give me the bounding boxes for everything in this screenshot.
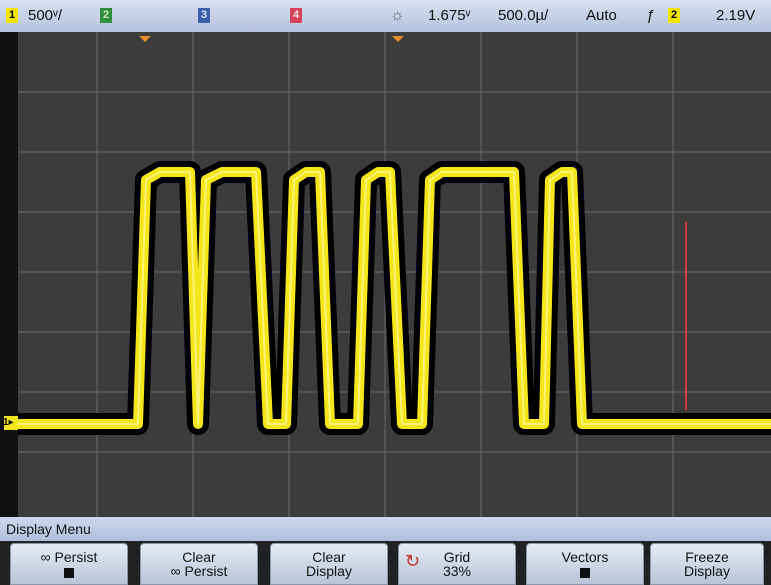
time-scale: 500.0µ/ bbox=[498, 7, 549, 24]
softkey-bar: ∞ Persist Clear ∞ Persist Clear Display … bbox=[0, 541, 771, 585]
trigger-voltage: 2.19V bbox=[716, 7, 756, 24]
waveform-display[interactable]: 1▸ bbox=[0, 32, 771, 517]
vectors-softkey[interactable]: Vectors bbox=[526, 543, 644, 585]
trigger-source-badge: 2 bbox=[668, 8, 680, 23]
clear-persist-softkey[interactable]: Clear ∞ Persist bbox=[140, 543, 258, 585]
channel-1-badge[interactable]: 1 bbox=[6, 8, 18, 23]
softkey-label: ∞ Persist bbox=[170, 563, 228, 579]
trigger-slope-icon: ƒ bbox=[646, 7, 655, 24]
trigger-position-marker bbox=[139, 36, 151, 42]
channel-3-badge[interactable]: 3 bbox=[198, 8, 210, 23]
grid-softkey[interactable]: ↻ Grid 33% bbox=[398, 543, 516, 585]
time-reference-marker bbox=[392, 36, 404, 42]
menu-title: Display Menu bbox=[0, 517, 771, 541]
knob-icon: ↻ bbox=[405, 551, 421, 571]
channel-1-scale: 500ᵛ/ bbox=[28, 7, 63, 24]
left-border bbox=[0, 32, 18, 517]
channel-2-badge[interactable]: 2 bbox=[100, 8, 112, 23]
softkey-label: Vectors bbox=[561, 549, 609, 565]
softkey-label: ∞ Persist bbox=[40, 549, 98, 565]
freeze-display-softkey[interactable]: Freeze Display bbox=[650, 543, 764, 585]
persist-softkey[interactable]: ∞ Persist bbox=[10, 543, 128, 585]
checkbox-icon bbox=[580, 568, 590, 578]
channel-1-marker-label: 1▸ bbox=[3, 417, 14, 428]
sun-icon: ☼ bbox=[390, 7, 405, 24]
waveform-canvas bbox=[0, 32, 771, 517]
checkbox-icon bbox=[64, 568, 74, 578]
softkey-label: Clear bbox=[312, 549, 346, 565]
softkey-label: Clear bbox=[182, 549, 216, 565]
softkey-label: Display bbox=[306, 563, 352, 579]
trigger-level: 1.675ᵛ bbox=[428, 7, 471, 24]
trigger-mode: Auto bbox=[586, 7, 617, 24]
clear-display-softkey[interactable]: Clear Display bbox=[270, 543, 388, 585]
softkey-label: Display bbox=[684, 563, 730, 579]
softkey-label: Freeze bbox=[685, 549, 729, 565]
status-bar: 1 500ᵛ/ 2 3 4 ☼ 1.675ᵛ 500.0µ/ Auto ƒ 2 … bbox=[0, 0, 771, 32]
channel-4-badge[interactable]: 4 bbox=[290, 8, 302, 23]
